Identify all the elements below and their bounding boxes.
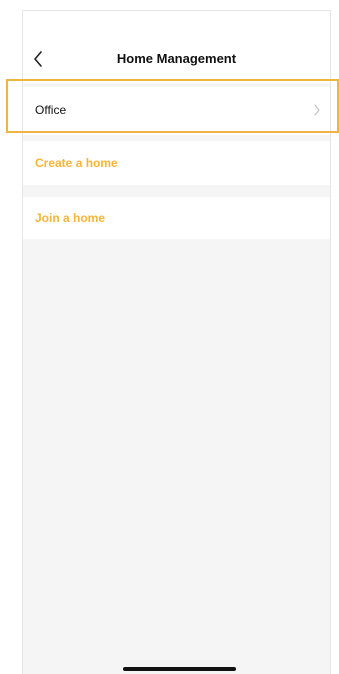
- screen: Home Management Office Create a home Joi…: [0, 0, 339, 674]
- nav-header: Home Management: [23, 11, 330, 83]
- chevron-right-icon: [314, 104, 320, 116]
- phone-screen: Home Management Office Create a home Joi…: [22, 10, 331, 674]
- join-home-button[interactable]: Join a home: [35, 211, 105, 225]
- page-title: Home Management: [116, 51, 237, 66]
- join-home-row[interactable]: Join a home: [23, 197, 330, 239]
- home-item-label: Office: [35, 103, 67, 117]
- create-home-button[interactable]: Create a home: [35, 156, 118, 170]
- home-item-office[interactable]: Office: [23, 87, 330, 135]
- create-home-row[interactable]: Create a home: [23, 141, 330, 185]
- home-indicator: [123, 667, 236, 671]
